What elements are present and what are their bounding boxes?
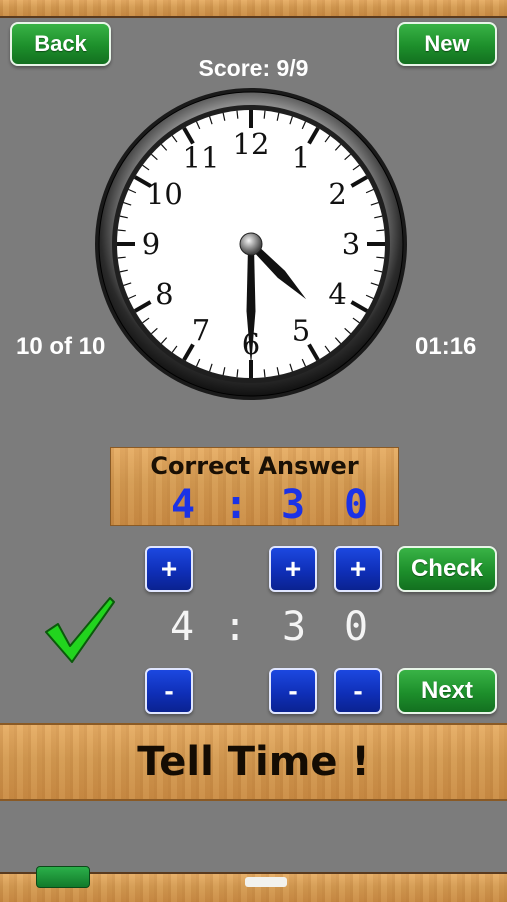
- timer: 01:16: [415, 333, 477, 360]
- correct-answer-title: Correct Answer: [150, 452, 359, 480]
- minute-tens-plus-button[interactable]: +: [269, 546, 317, 592]
- wood-frame-top: [0, 0, 507, 18]
- answer-minute-tens: 3: [281, 482, 306, 528]
- selected-minute-tens: 3: [282, 604, 307, 650]
- hour-minus-button[interactable]: -: [145, 668, 193, 714]
- title-banner: Tell Time !: [0, 723, 507, 801]
- hour-plus-button[interactable]: +: [145, 546, 193, 592]
- clock-number-4: 4: [328, 277, 346, 311]
- next-button[interactable]: Next: [397, 668, 497, 714]
- clock-number-10: 10: [146, 177, 183, 211]
- check-button[interactable]: Check: [397, 546, 497, 592]
- selected-hour: 4: [170, 604, 195, 650]
- minute-tick: [117, 229, 126, 232]
- clock-number-12: 12: [233, 127, 270, 161]
- chalk-icon: [245, 877, 287, 887]
- answer-minute-ones: 0: [344, 482, 369, 528]
- clock-number-9: 9: [142, 227, 160, 261]
- clock-number-8: 8: [155, 277, 173, 311]
- selected-colon: :: [223, 604, 248, 650]
- score-label: Score: 9/9: [198, 55, 309, 81]
- question-progress: 10 of 10: [16, 333, 106, 360]
- eraser-icon: [36, 866, 90, 888]
- clock-number-11: 11: [183, 140, 220, 174]
- banner-title: Tell Time !: [137, 739, 370, 785]
- clock-number-5: 5: [292, 314, 310, 348]
- answer-colon: :: [224, 482, 249, 528]
- minute-tick: [376, 229, 385, 232]
- clock-number-3: 3: [342, 227, 360, 261]
- correct-answer-panel: Correct Answer 4 : 3 0: [110, 447, 399, 528]
- minute-tick: [117, 256, 126, 259]
- analog-clock: 121234567891011: [95, 88, 407, 400]
- selected-minute-ones: 0: [344, 604, 369, 650]
- checkmark-icon: [45, 597, 115, 663]
- minute-tens-minus-button[interactable]: -: [269, 668, 317, 714]
- minute-tick: [236, 369, 239, 378]
- minute-tick: [263, 110, 266, 119]
- clock-hub: [239, 232, 263, 256]
- minute-ones-plus-button[interactable]: +: [334, 546, 382, 592]
- minute-ones-minus-button[interactable]: -: [334, 668, 382, 714]
- clock-number-1: 1: [292, 140, 310, 174]
- minute-tick: [376, 256, 385, 259]
- minute-tick: [236, 110, 239, 119]
- clock-number-2: 2: [328, 177, 346, 211]
- answer-hour: 4: [171, 482, 196, 528]
- clock-number-7: 7: [192, 314, 210, 348]
- minute-tick: [263, 369, 266, 378]
